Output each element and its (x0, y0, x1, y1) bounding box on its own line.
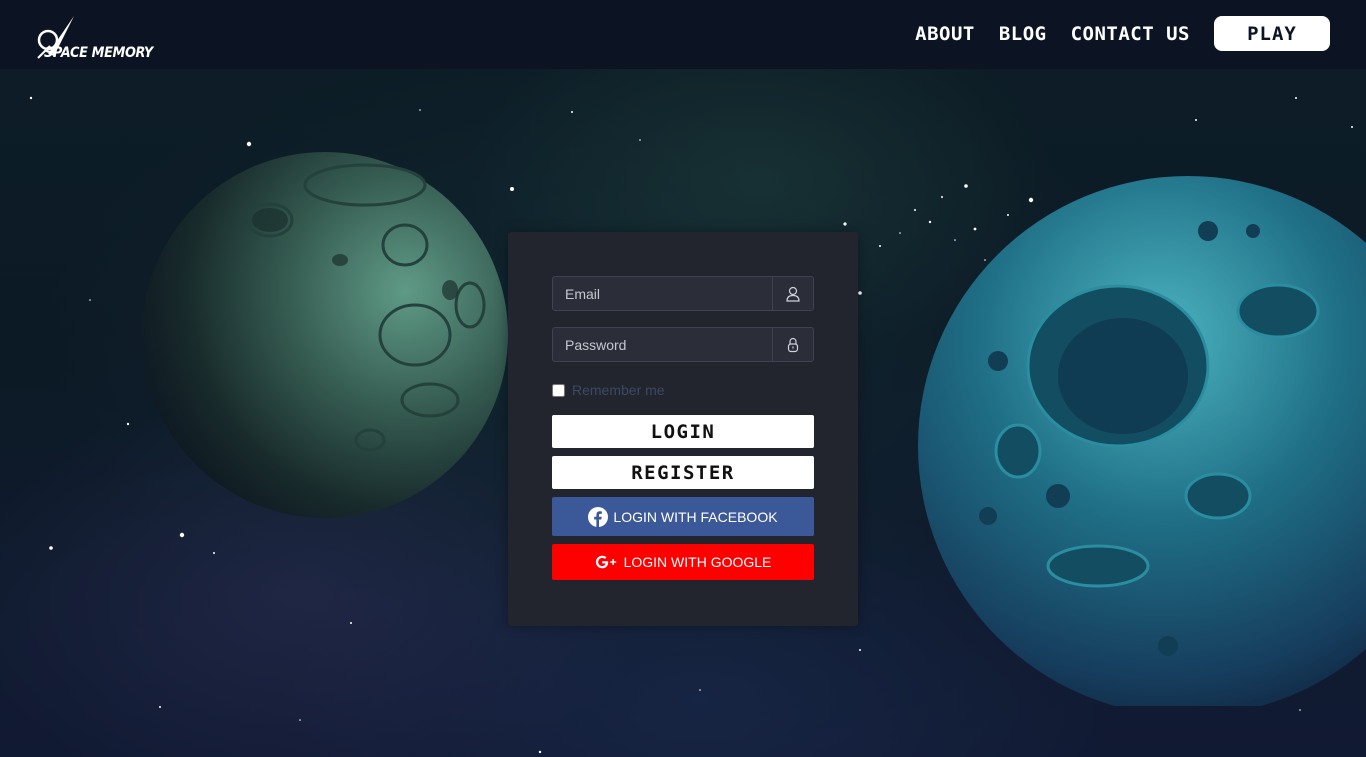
facebook-icon (588, 506, 609, 527)
email-input[interactable] (553, 277, 772, 310)
google-login-button[interactable]: LOGIN WITH GOOGLE (552, 544, 814, 580)
google-plus-icon (595, 554, 619, 570)
nav-blog-link[interactable]: BLOG (999, 23, 1047, 45)
password-field (552, 327, 814, 362)
email-field (552, 276, 814, 311)
nav-contact-link[interactable]: CONTACT US (1071, 23, 1190, 45)
main-nav: ABOUT BLOG CONTACT US PLAY (915, 16, 1330, 51)
login-button[interactable]: LOGIN (552, 415, 814, 448)
login-panel: Remember me LOGIN REGISTER LOGIN WITH FA… (508, 232, 858, 626)
logo-text: SPACE MEMORY (44, 45, 153, 61)
remember-me-checkbox[interactable] (552, 383, 565, 397)
site-logo[interactable]: SPACE MEMORY (34, 14, 153, 64)
remember-me[interactable]: Remember me (552, 382, 665, 398)
planet-right-image (918, 176, 1366, 706)
facebook-login-button[interactable]: LOGIN WITH FACEBOOK (552, 497, 814, 536)
remember-me-label: Remember me (572, 382, 665, 398)
planet-left-image (142, 152, 508, 518)
nav-about-link[interactable]: ABOUT (915, 23, 975, 45)
facebook-login-label: LOGIN WITH FACEBOOK (613, 508, 778, 525)
play-button[interactable]: PLAY (1214, 16, 1330, 51)
user-icon (786, 286, 800, 302)
password-addon (772, 328, 813, 361)
email-addon (772, 277, 813, 310)
lock-icon (787, 337, 799, 352)
top-navbar: SPACE MEMORY ABOUT BLOG CONTACT US PLAY (0, 0, 1366, 69)
password-input[interactable] (553, 328, 772, 361)
register-button[interactable]: REGISTER (552, 456, 814, 489)
google-login-label: LOGIN WITH GOOGLE (623, 554, 772, 570)
